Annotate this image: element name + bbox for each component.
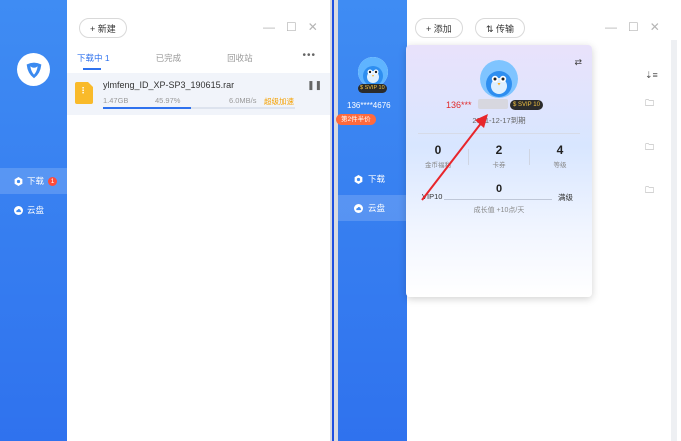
- folder-icon[interactable]: 🗀: [645, 140, 654, 156]
- sidebar-item-download[interactable]: 下载 1: [0, 168, 67, 194]
- vip-badge: $ SVIP 10: [510, 100, 543, 110]
- divider: [418, 133, 580, 134]
- sidebar-item-cloud[interactable]: 云盘: [338, 195, 407, 221]
- sidebar-item-label: 云盘: [368, 203, 386, 213]
- minimize-icon[interactable]: —: [605, 20, 617, 34]
- transfer-button-label: ⇅ 传输: [486, 23, 515, 34]
- cloud-icon: [354, 203, 363, 213]
- new-task-button[interactable]: + 新建: [79, 18, 127, 38]
- download-icon: [354, 174, 363, 184]
- vip-max-label: 满级: [558, 193, 573, 202]
- stat-coupons[interactable]: 2 卡券: [469, 143, 529, 169]
- stat-value: 0: [434, 143, 442, 157]
- sidebar-item-label: 下载: [27, 176, 45, 186]
- stat-label: 等级: [553, 162, 567, 169]
- file-size: 1.47GB: [103, 96, 129, 105]
- more-options-icon[interactable]: •••: [302, 50, 316, 61]
- super-accelerate-link[interactable]: 超级加速: [264, 96, 294, 107]
- sidebar-item-download[interactable]: 下载: [338, 166, 407, 192]
- folder-icon[interactable]: 🗀: [645, 183, 654, 199]
- sort-icon[interactable]: ⇣≡: [645, 70, 658, 81]
- window-controls: — ☐ ✕: [605, 20, 660, 34]
- app-logo[interactable]: [17, 53, 50, 86]
- phone-redaction: [478, 99, 508, 109]
- pause-icon[interactable]: ❚❚: [307, 80, 322, 91]
- progress-bar: [103, 107, 295, 109]
- archive-file-icon: ⋮: [75, 82, 93, 104]
- close-icon[interactable]: ✕: [308, 20, 318, 34]
- download-window-left: 下载 1 云盘 + 新建 — ☐ ✕ 下载中 1 已完成 回收站 ••• ⋮ y…: [0, 0, 330, 441]
- download-speed: 6.0MB/s: [229, 96, 257, 105]
- switch-account-icon[interactable]: ⇄: [574, 57, 582, 68]
- bird-avatar-icon: [358, 57, 388, 87]
- tab-downloading[interactable]: 下载中 1: [77, 52, 110, 64]
- window-controls: — ☐ ✕: [263, 20, 318, 34]
- download-tabs: 下载中 1 已完成 回收站: [77, 52, 299, 64]
- stat-label: 金币福利: [425, 162, 451, 169]
- file-progress-percent: 45.97%: [155, 96, 181, 105]
- avatar[interactable]: [358, 57, 388, 87]
- promo-badge[interactable]: 第2件半价: [336, 114, 376, 125]
- sidebar-item-label: 下载: [368, 174, 386, 184]
- transfer-button[interactable]: ⇅ 传输: [475, 18, 526, 38]
- tab-recycle-bin[interactable]: 回收站: [227, 52, 253, 64]
- tab-active-indicator: [83, 68, 101, 70]
- download-icon: [14, 176, 23, 186]
- scrollbar[interactable]: [671, 40, 677, 441]
- stat-coins[interactable]: 0 金币福利: [408, 143, 468, 169]
- close-icon[interactable]: ✕: [650, 20, 660, 34]
- sidebar-item-label: 云盘: [27, 205, 45, 215]
- vip-level-label: VIP10: [422, 192, 443, 201]
- vip-growth-bar: [444, 199, 552, 200]
- maximize-icon[interactable]: ☐: [286, 20, 297, 34]
- avatar[interactable]: [480, 60, 518, 98]
- account-phone: 136***: [446, 100, 472, 110]
- window-divider: [330, 0, 338, 441]
- sidebar: $ SVIP 10 136****4676 第2件半价 下载 云盘: [336, 0, 407, 441]
- maximize-icon[interactable]: ☐: [628, 20, 639, 34]
- download-count-badge: 1: [48, 176, 58, 186]
- file-name: ylmfeng_ID_XP-SP3_190615.rar: [103, 80, 235, 90]
- main-panel: + 新建 — ☐ ✕ 下载中 1 已完成 回收站 ••• ⋮ ylmfeng_I…: [67, 0, 330, 441]
- vip-expire-date: 2021-12-17到期: [472, 116, 526, 125]
- vip-badge: $ SVIP 10: [358, 84, 387, 93]
- minimize-icon[interactable]: —: [263, 20, 275, 34]
- bird-avatar-icon: [480, 60, 518, 98]
- tab-completed[interactable]: 已完成: [156, 52, 182, 64]
- progress-fill: [103, 107, 192, 109]
- vip-growth-rate: 成长值 +10点/天: [473, 207, 525, 214]
- folder-icon[interactable]: 🗀: [645, 96, 654, 112]
- sidebar-item-cloud[interactable]: 云盘: [0, 197, 67, 223]
- cloud-icon: [14, 205, 23, 215]
- user-info-popover: ⇄ 136*** $ SVIP 10 2021-12-17到期 0 金币福利 2…: [406, 45, 592, 297]
- stat-label: 卡券: [492, 162, 506, 169]
- sidebar: 下载 1 云盘: [0, 0, 67, 441]
- new-task-label: + 新建: [90, 23, 116, 34]
- stat-value: 2: [495, 143, 503, 157]
- add-button-label: + 添加: [426, 23, 452, 34]
- app-logo-icon: [26, 62, 41, 78]
- add-button[interactable]: + 添加: [415, 18, 463, 38]
- account-phone: 136****4676: [347, 101, 391, 110]
- stat-level[interactable]: 4 等级: [530, 143, 590, 169]
- stat-value: 4: [556, 143, 564, 157]
